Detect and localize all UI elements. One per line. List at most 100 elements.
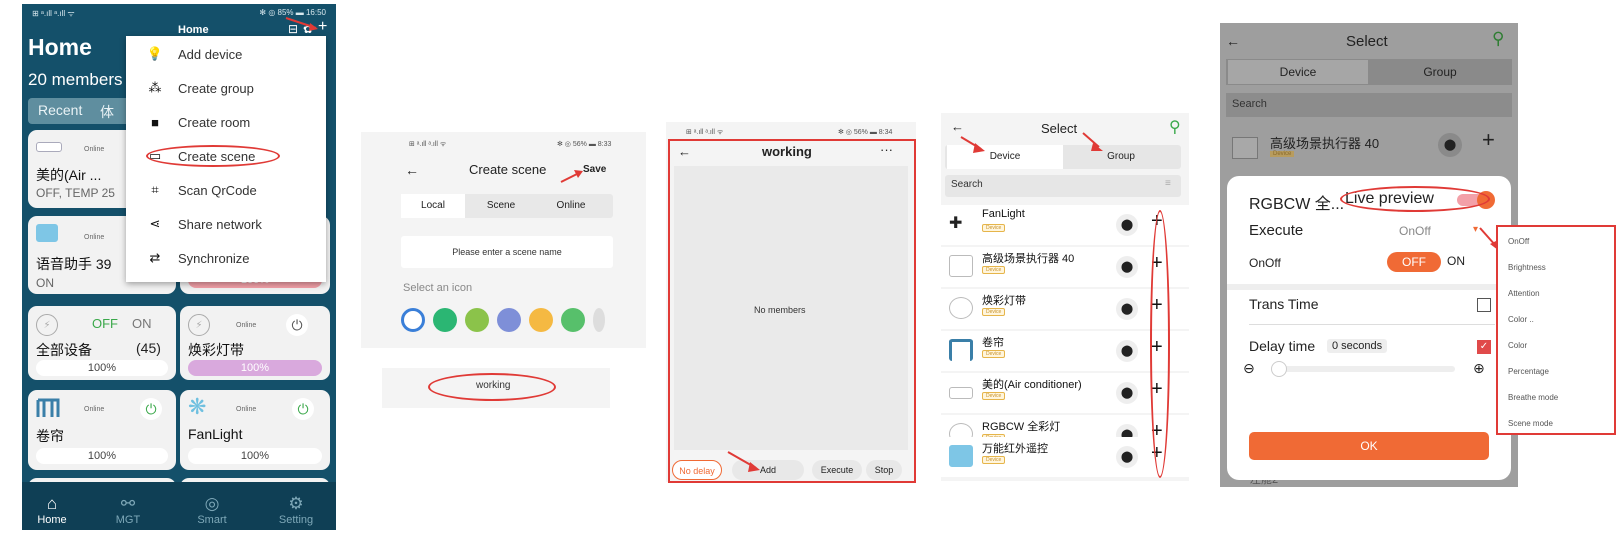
plus-icon[interactable]: ⊕ <box>1473 360 1485 377</box>
on-toggle[interactable]: ON <box>132 316 152 331</box>
dropdown-option[interactable]: Color .. <box>1508 315 1534 324</box>
device-card[interactable]: ⚡ Online ⏻ 焕彩灯带 100% <box>180 306 330 380</box>
share-icon: ⋖ <box>149 216 161 231</box>
add-icon[interactable]: + <box>1482 127 1495 153</box>
off-button[interactable]: OFF <box>1387 252 1441 272</box>
status-bar-left: ⊞ ᵃ.ıll ᵃ.ıll ᯤ <box>32 9 75 18</box>
slider-handle[interactable] <box>1271 361 1287 377</box>
annotation-arrow <box>560 170 583 183</box>
search-placeholder: Search <box>1232 98 1267 110</box>
tab-online[interactable]: Online <box>539 194 603 218</box>
create-scene-screen: ⊞ ᵃ.ıll ᵃ.ıll ᯤ ✻ ◎ 56% ▬ 8:33 ← Create … <box>361 132 646 348</box>
tab-local[interactable]: Local <box>401 194 465 218</box>
dropdown-option[interactable]: Breathe mode <box>1508 393 1558 402</box>
off-toggle[interactable]: OFF <box>92 316 118 331</box>
nav-home[interactable]: ⌂ Home <box>22 494 82 526</box>
level-bar[interactable]: 100% <box>36 360 168 376</box>
minus-icon[interactable]: ⊖ <box>1243 360 1255 377</box>
delay-checkbox[interactable]: ✓ <box>1477 340 1491 354</box>
back-arrow-icon[interactable]: ← <box>1226 33 1240 49</box>
nav-mgt[interactable]: ⚯ MGT <box>98 494 158 526</box>
annotation-arrow <box>960 136 985 153</box>
status-label: Online <box>236 322 257 329</box>
group-card[interactable]: ⚡ OFF ON 全部设备 (45) 100% <box>28 306 176 380</box>
dropdown-option[interactable]: Percentage <box>1508 367 1549 376</box>
delay-value: 0 seconds <box>1327 339 1388 353</box>
tab-device[interactable]: Device <box>1228 60 1368 84</box>
menu-item-create-group[interactable]: ⁂ Create group <box>146 77 254 99</box>
list-item[interactable]: ✚ FanLight Device ⬤ + <box>941 205 1189 245</box>
scene-name-input[interactable]: Please enter a scene name <box>401 236 613 268</box>
page-title: Select <box>1041 121 1078 136</box>
dropdown-option[interactable]: OnOff <box>1508 237 1529 246</box>
status-bar-left: ⊞ ᵃ.ıll ᵃ.ıll ᯤ <box>409 141 447 148</box>
power-icon[interactable]: ⏻ <box>286 314 308 336</box>
scene-icon-option[interactable] <box>561 308 585 332</box>
location-pin-icon[interactable]: ⬤ <box>1116 256 1138 278</box>
smart-icon: ◎ <box>204 494 220 513</box>
location-pin-icon[interactable]: ⬤ <box>1116 446 1138 468</box>
trans-time-checkbox[interactable] <box>1477 298 1491 312</box>
bolt-icon: ⚡ <box>36 314 58 336</box>
location-pin-icon[interactable]: ⬤ <box>1438 133 1462 157</box>
scene-icon-option[interactable] <box>465 308 489 332</box>
device-card[interactable]: ❋ Online ⏻ FanLight 100% <box>180 390 330 470</box>
search-input[interactable]: Search ≡ <box>945 175 1181 197</box>
level-bar[interactable]: 100% <box>36 448 168 464</box>
back-arrow-icon[interactable]: ← <box>405 162 419 178</box>
location-pin-icon[interactable]: ⬤ <box>1116 382 1138 404</box>
menu-item-share-network[interactable]: ⋖ Share network <box>146 213 262 235</box>
level-bar[interactable]: 100% <box>188 360 322 376</box>
location-pin-icon[interactable]: ⬤ <box>1116 214 1138 236</box>
menu-item-scan-qrcode[interactable]: ⌗ Scan QrCode <box>146 179 256 201</box>
menu-item-synchronize[interactable]: ⇄ Synchronize <box>146 247 250 269</box>
device-name: 美的(Air ... <box>36 167 102 183</box>
dropdown-option[interactable]: Scene mode <box>1508 419 1553 428</box>
search-input[interactable]: Search <box>1226 93 1512 117</box>
speaker-icon <box>36 224 58 242</box>
list-view-icon[interactable]: ≡ <box>1165 178 1171 189</box>
scene-icon-option[interactable] <box>497 308 521 332</box>
execute-dropdown: OnOff Brightness Attention Color .. Colo… <box>1496 225 1616 435</box>
level-bar[interactable]: 100% <box>188 448 322 464</box>
dropdown-option[interactable]: Brightness <box>1508 263 1546 272</box>
air-conditioner-icon <box>949 387 973 399</box>
scene-icon-option[interactable] <box>433 308 457 332</box>
status-bar-right: ✻ ◎ 56% ▬ 8:33 <box>557 141 612 148</box>
ok-button[interactable]: OK <box>1249 432 1489 460</box>
scene-icon-option[interactable] <box>401 308 425 332</box>
nav-smart[interactable]: ◎ Smart <box>182 494 242 526</box>
search-icon[interactable]: ⚲ <box>1492 29 1504 49</box>
execute-select[interactable]: OnOff <box>1399 224 1431 238</box>
share-icon: ⚯ <box>120 494 136 513</box>
location-pin-icon[interactable]: ⬤ <box>1116 298 1138 320</box>
highlight-oval <box>1340 186 1490 212</box>
dropdown-option[interactable]: Attention <box>1508 289 1540 298</box>
qrcode-icon: ⌗ <box>151 182 159 197</box>
remote-icon <box>949 445 973 467</box>
highlight-frame <box>668 139 916 483</box>
tab-scene[interactable]: Scene <box>469 194 533 218</box>
power-icon[interactable]: ⏻ <box>292 398 314 420</box>
tab-all[interactable]: 体 <box>100 102 114 122</box>
delay-slider[interactable] <box>1271 361 1455 377</box>
menu-item-add-device[interactable]: 💡 Add device <box>146 43 242 65</box>
menu-item-create-room[interactable]: ■ Create room <box>146 111 250 133</box>
search-icon[interactable]: ⚲ <box>1169 117 1181 137</box>
device-card[interactable]: Online ⏻ 卷帘 100% <box>28 390 176 470</box>
tab-group[interactable]: Group <box>1370 60 1510 84</box>
curtain-icon <box>949 339 973 361</box>
device-name: 语音助手 39 <box>36 256 112 272</box>
on-button[interactable]: ON <box>1447 254 1465 268</box>
tab-recent[interactable]: Recent <box>38 102 82 118</box>
nav-setting[interactable]: ⚙ Setting <box>266 494 326 526</box>
list-item[interactable]: 万能红外遥控 Device ⬤ + <box>941 437 1189 477</box>
location-pin-icon[interactable]: ⬤ <box>1116 340 1138 362</box>
annotation-arrow <box>285 17 318 31</box>
scene-icon-option[interactable] <box>593 308 605 332</box>
dropdown-option[interactable]: Color <box>1508 341 1527 350</box>
back-arrow-icon[interactable]: ← <box>951 119 964 134</box>
device-name: 焕彩灯带 <box>188 342 244 358</box>
scene-icon-option[interactable] <box>529 308 553 332</box>
power-icon[interactable]: ⏻ <box>140 398 162 420</box>
